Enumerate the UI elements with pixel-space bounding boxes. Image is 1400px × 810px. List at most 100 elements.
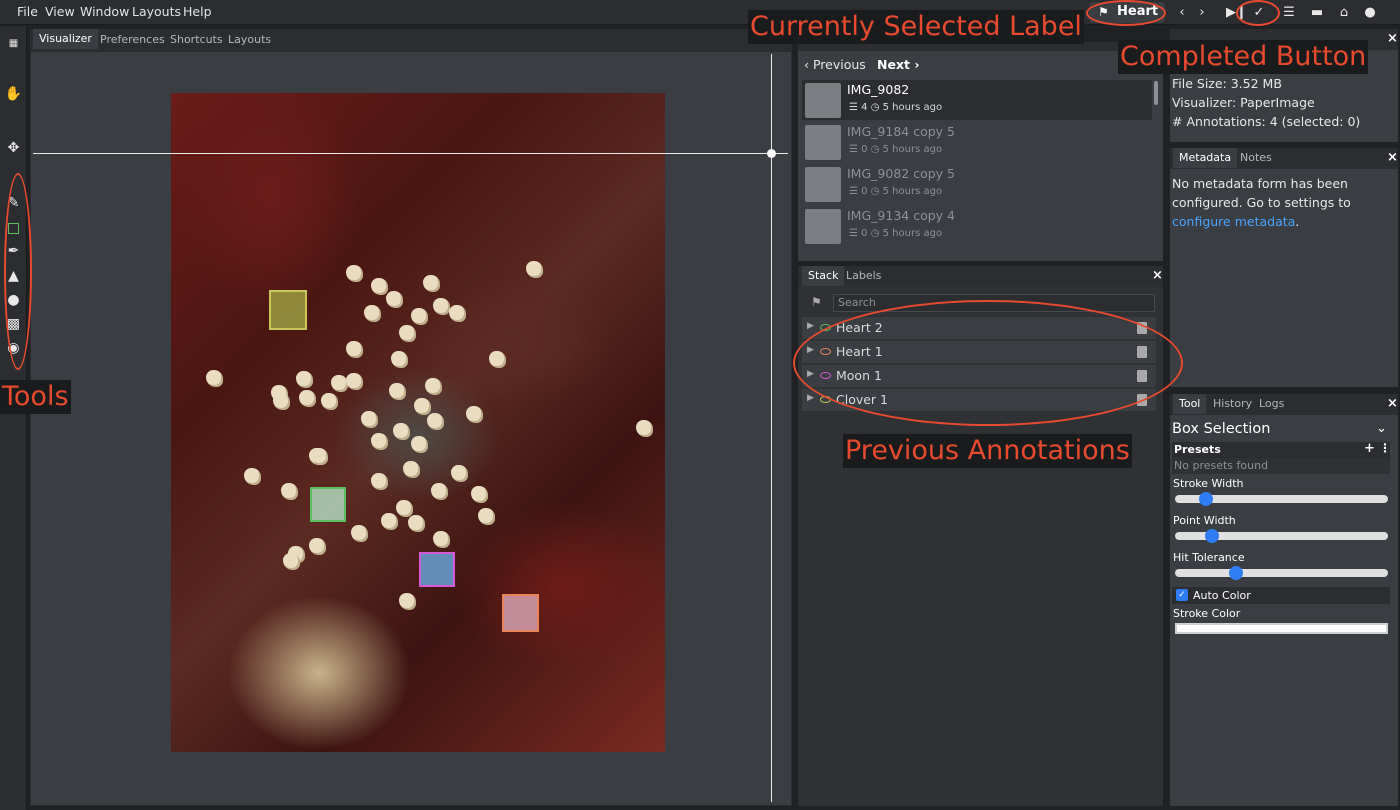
tool-panel: Box Selection ⌄ Presets + ⋮ No presets f… <box>1170 415 1398 806</box>
menu-file[interactable]: File <box>17 4 38 19</box>
metadata-panel: No metadata form has been configured. Go… <box>1170 169 1398 387</box>
moon-1-box[interactable] <box>419 552 455 587</box>
highlight-complete-button <box>1236 0 1280 26</box>
hit-tolerance-slider[interactable] <box>1175 566 1388 580</box>
tab-shortcuts[interactable]: Shortcuts <box>170 33 223 46</box>
close-icon[interactable]: × <box>1387 396 1398 411</box>
tool-tabs: Tool History Logs × <box>1170 394 1398 415</box>
prev-image-icon[interactable]: ‹ <box>1173 4 1191 22</box>
menu-help[interactable]: Help <box>183 4 212 19</box>
heart-1-box[interactable] <box>502 594 539 632</box>
auto-color-checkbox[interactable]: ✓ <box>1176 589 1188 601</box>
crosshair-vertical <box>771 54 772 802</box>
heart-2-box[interactable] <box>310 487 346 522</box>
visualizer-type: Visualizer: PaperImage <box>1172 95 1315 110</box>
next-image-icon[interactable]: › <box>1193 4 1211 22</box>
expand-icon[interactable]: ▶ <box>807 393 814 403</box>
add-preset-icon[interactable]: + <box>1364 441 1375 456</box>
close-icon[interactable]: × <box>1387 31 1398 46</box>
metadata-message: No metadata form has been configured. Go… <box>1172 176 1351 229</box>
slider-thumb[interactable] <box>1199 492 1213 506</box>
close-icon[interactable]: × <box>1387 150 1398 165</box>
auto-color-label: Auto Color <box>1193 589 1251 602</box>
file-size: File Size: 3.52 MB <box>1172 76 1282 91</box>
callout-completed: Completed Button <box>1118 40 1369 74</box>
menubar: File View Window Layouts Help ⚑ Heart ‹ … <box>0 0 1400 25</box>
thumbnail <box>805 167 841 202</box>
drive-icon[interactable]: ▬ <box>1308 4 1326 22</box>
clock-icon: ◷ <box>870 144 880 155</box>
dataset-panel: ‹ Previous Next › IMG_9082 ☰ 4 ◷ 5 hours… <box>798 51 1163 261</box>
clock-icon: ◷ <box>870 102 880 113</box>
configure-metadata-link[interactable]: configure metadata <box>1172 214 1295 229</box>
move-icon[interactable]: ✥ <box>4 139 23 158</box>
tab-stack[interactable]: Stack <box>802 266 845 286</box>
database-icon[interactable]: ☰ <box>1280 4 1298 22</box>
no-presets-text: No presets found <box>1174 459 1269 472</box>
tab-visualizer[interactable]: Visualizer <box>33 29 98 49</box>
annotated-photo[interactable] <box>171 93 665 752</box>
clock-icon: ◷ <box>870 186 880 197</box>
chevron-down-icon[interactable]: ⌄ <box>1376 421 1387 436</box>
close-icon[interactable]: × <box>1152 268 1163 283</box>
expand-icon[interactable]: ▶ <box>807 321 814 331</box>
stroke-width-label: Stroke Width <box>1173 477 1244 490</box>
tab-preferences[interactable]: Preferences <box>100 33 165 46</box>
crosshair-handle[interactable] <box>767 149 776 158</box>
visualizer-tabs: Visualizer Preferences Shortcuts Layouts <box>30 29 792 51</box>
previous-link[interactable]: ‹ Previous <box>804 57 866 72</box>
thumbnail <box>805 83 841 118</box>
user-icon[interactable]: ● <box>1361 4 1379 22</box>
callout-tools: Tools <box>0 380 71 414</box>
slider-thumb[interactable] <box>1229 566 1243 580</box>
hit-tolerance-label: Hit Tolerance <box>1173 551 1245 564</box>
layers-icon: ☰ <box>849 186 858 197</box>
file-row[interactable]: IMG_9082 ☰ 4 ◷ 5 hours ago <box>802 80 1152 120</box>
clock-icon: ◷ <box>870 228 880 239</box>
tab-metadata[interactable]: Metadata <box>1173 148 1238 168</box>
tab-tool[interactable]: Tool <box>1173 394 1207 414</box>
menu-view[interactable]: View <box>45 4 75 19</box>
tab-notes[interactable]: Notes <box>1240 151 1272 164</box>
tool-title: Box Selection <box>1172 421 1271 437</box>
tab-history[interactable]: History <box>1213 397 1252 410</box>
next-link[interactable]: Next › <box>877 57 920 72</box>
more-options-icon[interactable]: ⋮ <box>1379 441 1391 455</box>
file-row[interactable]: IMG_9082 copy 5 ☰ 0 ◷ 5 hours ago <box>802 164 1152 204</box>
layers-icon: ☰ <box>849 228 858 239</box>
file-row[interactable]: IMG_9184 copy 5 ☰ 0 ◷ 5 hours ago <box>802 122 1152 162</box>
crosshair-horizontal <box>33 153 788 154</box>
thumbnail <box>805 209 841 244</box>
tab-labels[interactable]: Labels <box>846 269 881 282</box>
layers-icon: ☰ <box>849 144 858 155</box>
tag-icon: ⚑ <box>811 295 822 309</box>
point-width-label: Point Width <box>1173 514 1236 527</box>
stack-tabs: Stack Labels × <box>798 266 1163 287</box>
metadata-tabs: Metadata Notes × <box>1170 148 1398 169</box>
clover-1-box[interactable] <box>269 290 307 330</box>
scrollbar[interactable] <box>1154 81 1158 105</box>
file-row[interactable]: IMG_9134 copy 4 ☰ 0 ◷ 5 hours ago <box>802 206 1152 246</box>
layers-icon: ☰ <box>849 102 858 113</box>
stroke-color-label: Stroke Color <box>1173 607 1241 620</box>
stroke-width-slider[interactable] <box>1175 492 1388 506</box>
menu-layouts[interactable]: Layouts <box>132 4 181 19</box>
menu-window[interactable]: Window <box>80 4 129 19</box>
highlight-tools <box>4 173 32 370</box>
tab-layouts[interactable]: Layouts <box>228 33 271 46</box>
point-width-slider[interactable] <box>1175 529 1388 543</box>
home-icon[interactable]: ⌂ <box>1335 4 1353 22</box>
presets-label: Presets <box>1174 443 1221 456</box>
callout-selected-label: Currently Selected Label <box>748 10 1084 44</box>
grid-menu-icon[interactable]: ▦ <box>4 34 23 53</box>
hand-icon[interactable]: ✋ <box>4 85 23 104</box>
annotation-count: # Annotations: 4 (selected: 0) <box>1172 114 1361 129</box>
callout-previous-annotations: Previous Annotations <box>843 434 1132 468</box>
tab-logs[interactable]: Logs <box>1259 397 1284 410</box>
thumbnail <box>805 125 841 160</box>
highlight-selected-label <box>1086 0 1166 26</box>
slider-thumb[interactable] <box>1205 529 1219 543</box>
tool-sidebar: ▦ ✋ ✥ ✎ ✒ ▲ ● ▩ ◉ <box>0 26 27 810</box>
highlight-previous-annotations <box>793 300 1183 426</box>
stroke-color-swatch[interactable] <box>1175 623 1388 634</box>
